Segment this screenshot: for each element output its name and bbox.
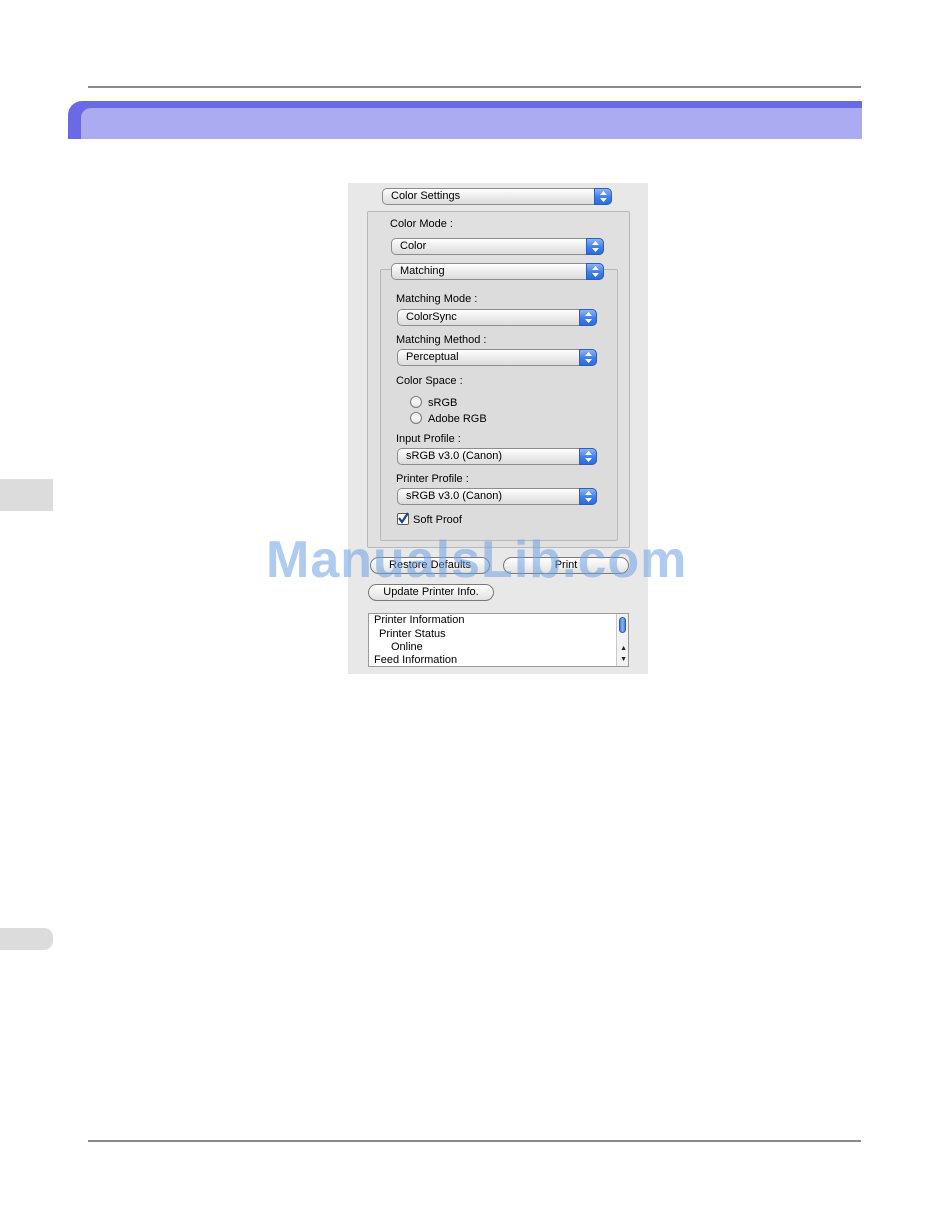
matching-popup[interactable]: Matching — [391, 263, 604, 280]
list-item: Online — [391, 641, 423, 653]
printer-info-list[interactable]: Printer Information Printer Status Onlin… — [368, 613, 629, 667]
section-banner-inner — [81, 108, 862, 139]
matching-method-popup[interactable]: Perceptual — [397, 349, 597, 366]
popup-arrows-icon — [586, 238, 604, 255]
soft-proof-label: Soft Proof — [413, 514, 462, 526]
adobe-rgb-radio-label: Adobe RGB — [428, 413, 487, 425]
color-mode-popup[interactable]: Color — [391, 238, 604, 255]
popup-arrows-icon — [579, 349, 597, 366]
list-item: Feed Information — [374, 654, 458, 666]
popup-arrows-icon — [586, 263, 604, 280]
list-item: Printer Status — [379, 628, 446, 640]
color-mode-label: Color Mode : — [390, 218, 453, 230]
matching-mode-popup[interactable]: ColorSync — [397, 309, 597, 326]
srgb-radio[interactable] — [410, 396, 422, 408]
scrollbar-thumb[interactable] — [619, 617, 626, 633]
printer-profile-popup-value: sRGB v3.0 (Canon) — [406, 490, 502, 502]
matching-mode-label: Matching Mode : — [396, 293, 478, 305]
chapter-side-tab — [0, 479, 53, 511]
popup-arrows-icon — [579, 448, 597, 465]
matching-popup-value: Matching — [400, 265, 445, 277]
input-profile-popup-value: sRGB v3.0 (Canon) — [406, 450, 502, 462]
popup-arrows-icon — [579, 309, 597, 326]
srgb-radio-label: sRGB — [428, 397, 458, 409]
scroll-up-arrow-icon[interactable]: ▲ — [620, 645, 627, 652]
checkmark-icon — [398, 512, 409, 524]
color-mode-popup-value: Color — [400, 240, 427, 252]
adobe-rgb-radio[interactable] — [410, 412, 422, 424]
soft-proof-checkbox[interactable] — [397, 512, 409, 525]
popup-arrows-icon — [579, 488, 597, 505]
category-popup[interactable]: Color Settings — [382, 188, 612, 205]
printer-profile-label: Printer Profile : — [396, 473, 469, 485]
popup-arrows-icon — [594, 188, 612, 205]
bottom-rule — [88, 1140, 861, 1142]
page-side-tab — [0, 928, 53, 950]
input-profile-label: Input Profile : — [396, 433, 461, 445]
top-rule — [88, 86, 861, 88]
list-scrollbar[interactable]: ▲ ▼ — [616, 614, 628, 666]
matching-method-popup-value: Perceptual — [406, 351, 459, 363]
matching-mode-popup-value: ColorSync — [406, 311, 457, 323]
watermark-text: ManualsLib.com — [266, 531, 688, 589]
color-space-label: Color Space : — [396, 375, 463, 387]
input-profile-popup[interactable]: sRGB v3.0 (Canon) — [397, 448, 597, 465]
category-popup-value: Color Settings — [391, 190, 461, 202]
list-item: Printer Information — [374, 614, 465, 626]
scroll-down-arrow-icon[interactable]: ▼ — [620, 656, 627, 663]
printer-profile-popup[interactable]: sRGB v3.0 (Canon) — [397, 488, 597, 505]
matching-method-label: Matching Method : — [396, 334, 487, 346]
